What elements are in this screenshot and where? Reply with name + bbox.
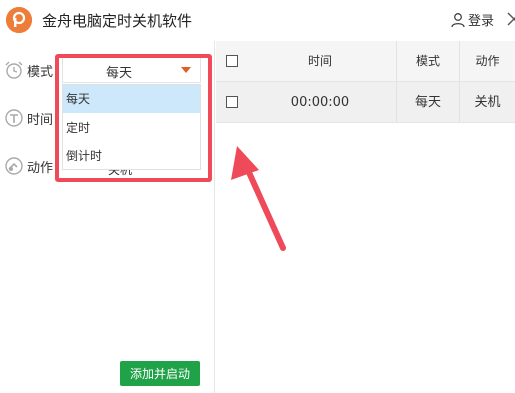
column-header-action: 动作	[475, 54, 500, 68]
app-title: 金舟电脑定时关机软件	[42, 12, 193, 30]
column-divider	[396, 41, 397, 123]
alarm-clock-icon	[5, 61, 23, 79]
mode-row-label: 模式	[4, 60, 53, 80]
row-mode: 每天	[414, 95, 441, 110]
close-icon[interactable]	[506, 8, 515, 30]
table-header: 时间 模式 动作	[216, 41, 515, 82]
login-label: 登录	[468, 14, 495, 29]
column-header-time: 时间	[307, 54, 332, 68]
title-bar: 金舟电脑定时关机软件 登录	[0, 0, 515, 40]
mode-label: 模式	[27, 64, 54, 80]
row-action: 关机	[474, 95, 501, 110]
dropdown-arrow-icon[interactable]	[181, 67, 191, 73]
action-row-label: 动作	[4, 156, 53, 176]
select-all-checkbox[interactable]	[226, 55, 238, 67]
time-row-label: 时间	[4, 108, 53, 128]
login-button[interactable]: 登录	[450, 10, 494, 29]
add-and-start-button[interactable]: 添加并启动	[120, 361, 200, 386]
mode-select[interactable]: 每天	[62, 57, 201, 83]
app-logo-icon	[6, 7, 32, 33]
time-icon	[5, 109, 23, 127]
mode-option-daily[interactable]: 每天	[63, 85, 200, 113]
annotation-arrow-icon	[231, 146, 286, 251]
row-time: 00:00:00	[290, 95, 350, 110]
mode-dropdown-list: 每天 定时 倒计时	[62, 84, 201, 170]
column-divider	[459, 41, 460, 123]
mode-option-countdown[interactable]: 倒计时	[63, 142, 200, 170]
table-row[interactable]: 00:00:00 每天 关机	[216, 82, 515, 123]
action-label: 动作	[27, 160, 54, 176]
mode-select-value: 每天	[106, 66, 133, 81]
action-icon	[5, 157, 23, 175]
row-checkbox[interactable]	[226, 96, 238, 108]
column-header-mode: 模式	[415, 54, 440, 68]
time-label: 时间	[27, 112, 54, 128]
mode-option-scheduled[interactable]: 定时	[63, 114, 200, 142]
user-icon	[451, 12, 465, 27]
